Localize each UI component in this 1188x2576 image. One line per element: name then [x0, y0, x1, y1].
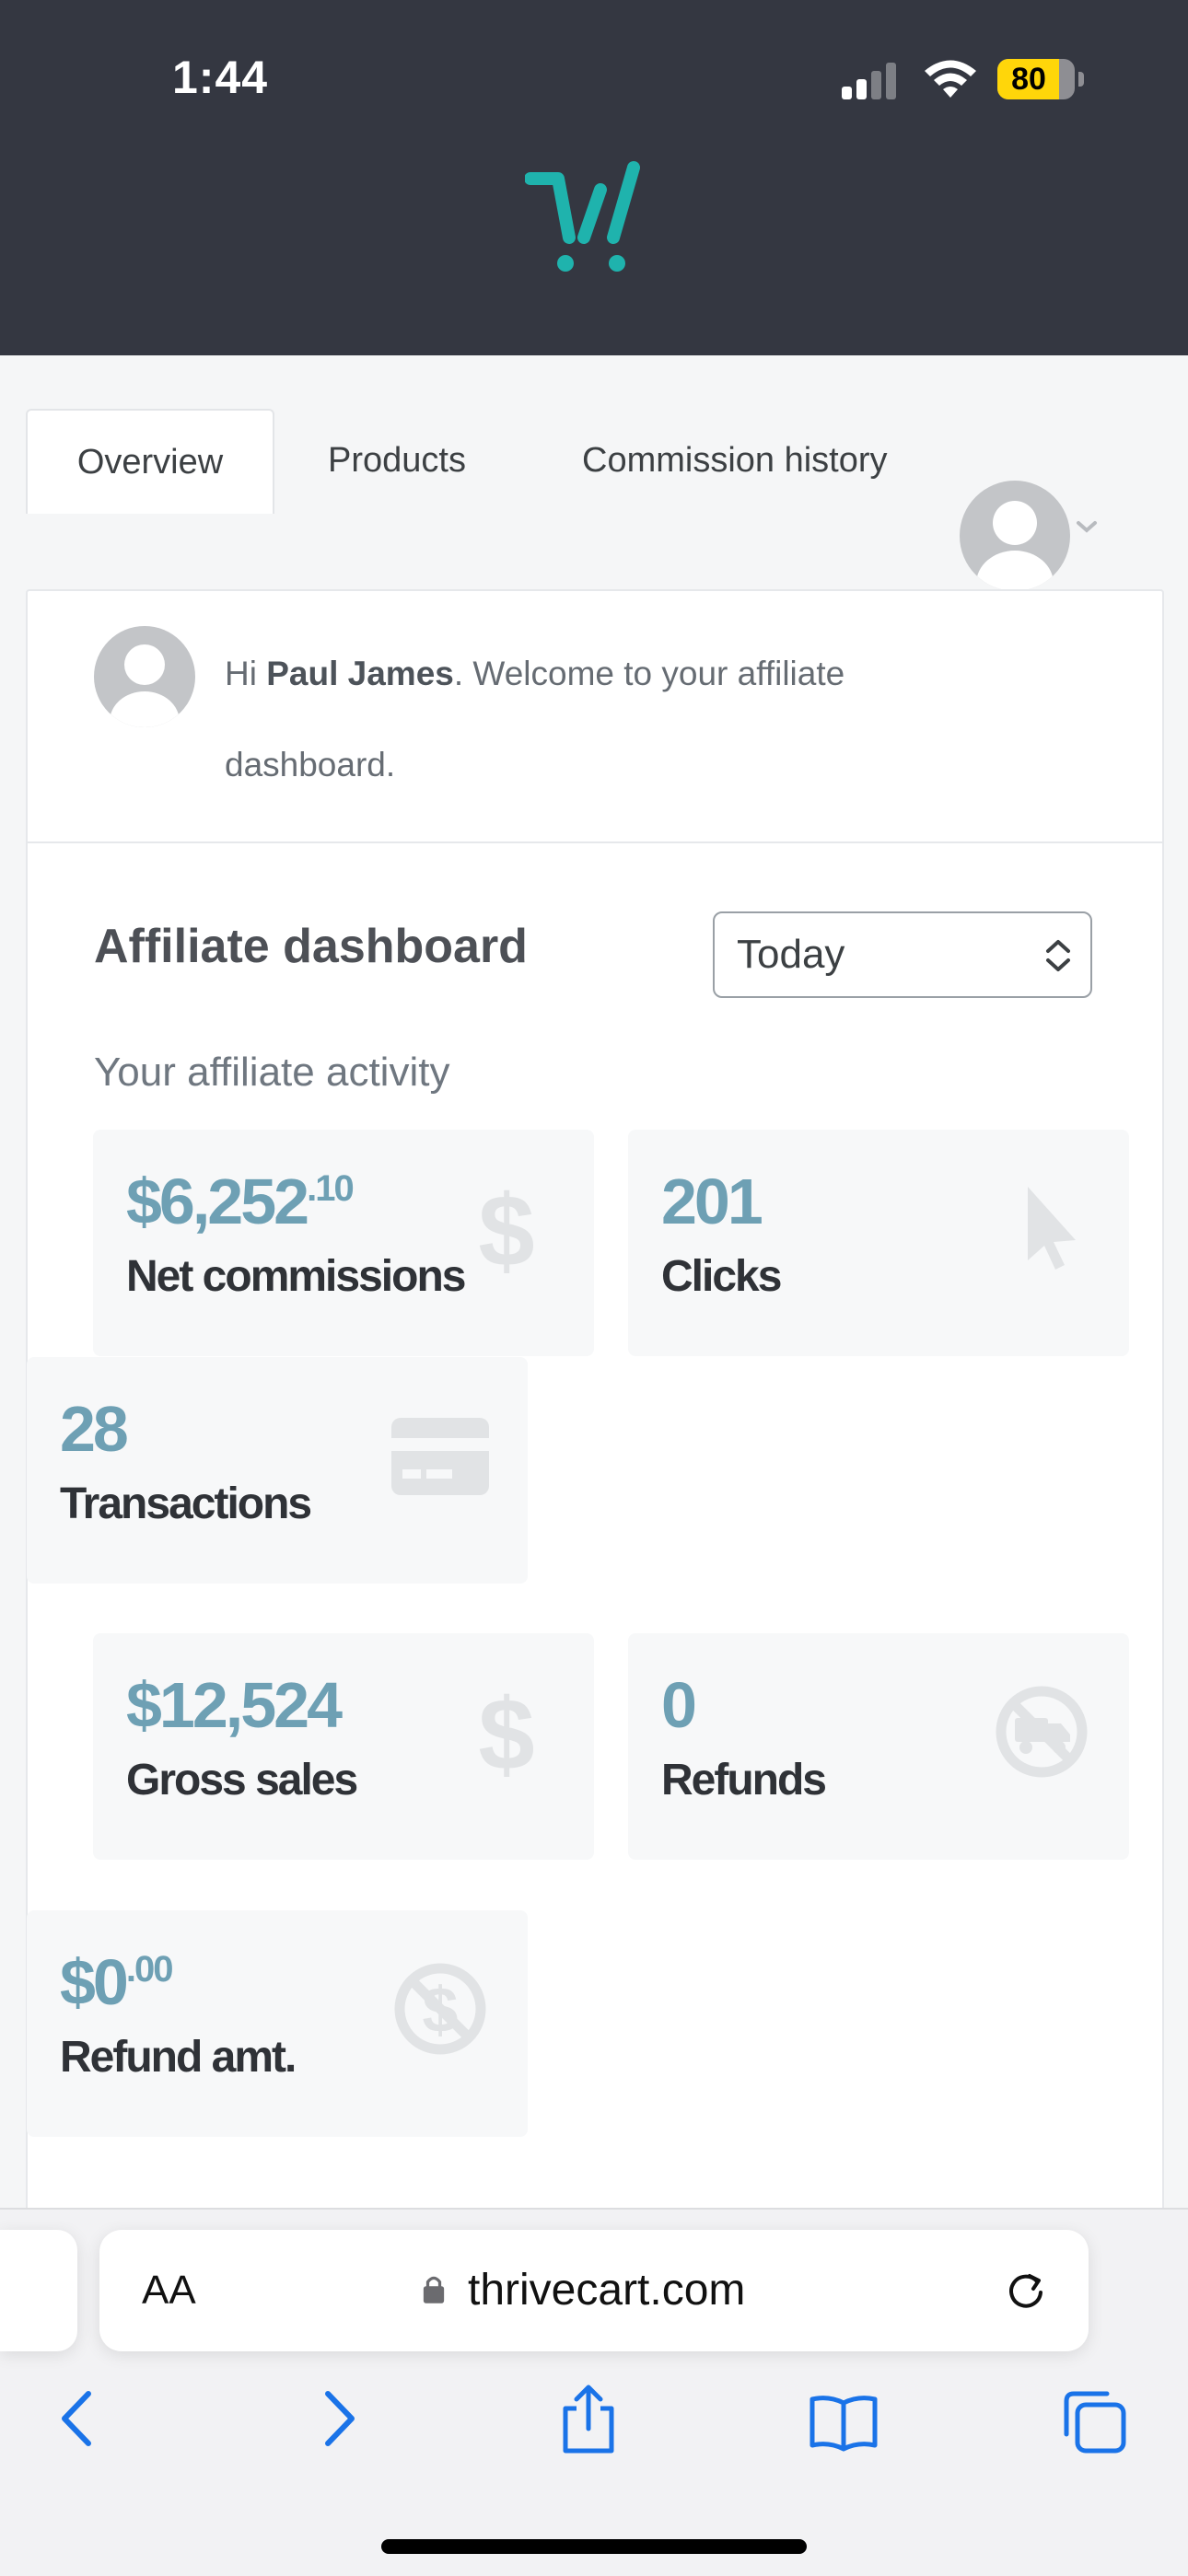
text-size-label: AA [142, 2268, 196, 2313]
stat-gross-sales: $12,524 Gross sales $ [93, 1633, 594, 1860]
page-title: Affiliate dashboard [94, 920, 528, 973]
app-header: 1:44 80 [0, 0, 1188, 355]
user-icon [110, 644, 180, 727]
stat-label: Refund amt. [60, 2033, 297, 2082]
stat-value: $12,524 [126, 1669, 343, 1741]
stat-label: Transactions [60, 1479, 312, 1528]
wifi-icon [925, 60, 976, 98]
no-delivery-icon [996, 1686, 1088, 1778]
stat-value-main: $6,252 [126, 1166, 309, 1237]
stat-label: Clicks [661, 1252, 782, 1301]
text-size-button[interactable]: AA [142, 2230, 196, 2351]
svg-text:$: $ [478, 1178, 534, 1279]
stat-value: 0 [661, 1669, 697, 1741]
stat-transactions: 28 Transactions [27, 1357, 528, 1584]
affiliate-name: Paul James [266, 655, 454, 692]
previous-tab-preview[interactable] [0, 2230, 77, 2351]
forward-icon[interactable] [309, 2386, 365, 2451]
battery-icon: 80 [997, 59, 1084, 99]
home-indicator [381, 2539, 807, 2554]
tab-commission-history[interactable]: Commission history [582, 409, 888, 512]
stat-label: Gross sales [126, 1756, 358, 1804]
url-text[interactable]: thrivecart.com [468, 2230, 745, 2351]
avatar [94, 626, 195, 727]
battery-percent: 80 [1011, 62, 1046, 97]
stat-value-main: $0 [60, 1946, 129, 2018]
tab-products[interactable]: Products [328, 409, 466, 512]
period-select[interactable]: Today [713, 911, 1092, 998]
stat-refunds: 0 Refunds [628, 1633, 1129, 1860]
user-avatar[interactable] [960, 481, 1070, 591]
stat-refund-amount: $0.00 Refund amt. $ [27, 1910, 528, 2137]
stat-value-cents: .10 [307, 1168, 355, 1209]
back-icon[interactable] [52, 2386, 107, 2451]
dollar-icon: $ [478, 1681, 534, 1782]
chevron-down-icon[interactable] [1073, 517, 1101, 536]
welcome-message: Hi Paul James. Welcome to your affiliate… [225, 628, 1017, 810]
stat-clicks: 201 Clicks [628, 1130, 1129, 1356]
stat-value: 28 [60, 1393, 129, 1465]
svg-text:$: $ [478, 1681, 534, 1782]
address-bar[interactable]: AA thrivecart.com [99, 2230, 1089, 2351]
activity-subtitle: Your affiliate activity [94, 1050, 450, 1095]
tabs-icon[interactable] [1059, 2386, 1129, 2456]
stat-label: Net commissions [126, 1252, 466, 1301]
stat-net-commissions: $6,252.10 Net commissions $ [93, 1130, 594, 1356]
lock-icon [423, 2276, 445, 2303]
cursor-icon [1028, 1187, 1076, 1270]
credit-card-icon [391, 1418, 489, 1495]
welcome-banner: Hi Paul James. Welcome to your affiliate… [28, 591, 1162, 843]
reload-icon[interactable] [1004, 2269, 1048, 2313]
period-selected-value: Today [737, 932, 845, 977]
stat-value: $0.00 [60, 1945, 174, 2019]
dollar-icon: $ [478, 1178, 534, 1279]
share-icon[interactable] [556, 2383, 621, 2456]
cellular-signal-icon [842, 63, 901, 99]
stat-label: Refunds [661, 1756, 827, 1804]
stat-value: 201 [661, 1166, 763, 1237]
user-icon [976, 501, 1054, 591]
thrivecart-logo [525, 161, 640, 272]
bookmarks-icon[interactable] [807, 2390, 880, 2454]
no-dollar-icon: $ [394, 1963, 486, 2055]
stat-value: $6,252.10 [126, 1165, 355, 1238]
welcome-prefix: Hi [225, 655, 267, 692]
stat-value-cents: .00 [125, 1949, 174, 1990]
tab-overview[interactable]: Overview [26, 409, 274, 514]
status-time: 1:44 [172, 52, 269, 103]
select-arrows-icon [1046, 940, 1070, 971]
